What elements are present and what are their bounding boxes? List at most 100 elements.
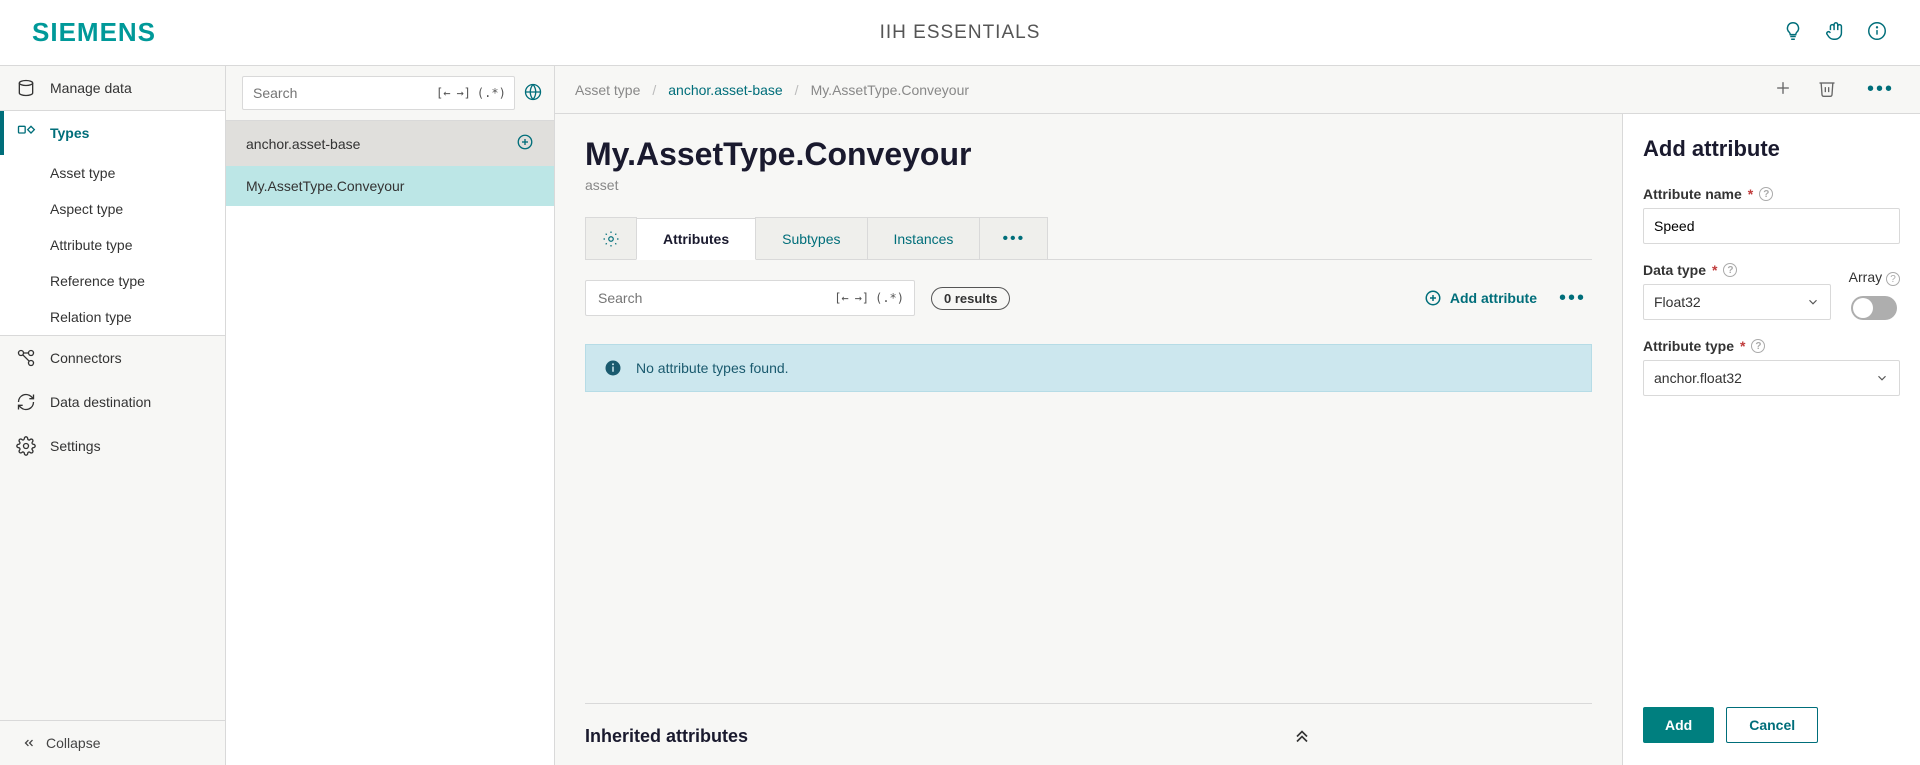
subnav-attribute-type[interactable]: Attribute type [0,227,225,263]
attribute-search[interactable]: [← →] (.*) [585,280,915,316]
subnav-relation-type[interactable]: Relation type [0,299,225,335]
empty-state-banner: No attribute types found. [585,344,1592,392]
nav-settings[interactable]: Settings [0,424,225,468]
gear-icon [602,230,620,248]
subnav-aspect-type[interactable]: Aspect type [0,191,225,227]
tree-row-label: anchor.asset-base [246,136,360,152]
help-icon[interactable]: ? [1723,263,1737,277]
nav-connectors[interactable]: Connectors [0,335,225,380]
field-label: Attribute name * ? [1643,186,1900,202]
tab-attributes[interactable]: Attributes [636,218,756,260]
attribute-search-mode-icons: [← →] (.*) [834,291,904,305]
tree-row-base[interactable]: anchor.asset-base [226,121,554,166]
empty-state-text: No attribute types found. [636,360,789,376]
app-title: IIH ESSENTIALS [880,22,1041,44]
add-attribute-label: Add attribute [1450,290,1537,306]
nav-label: Data destination [50,394,151,410]
panel-title: Add attribute [1643,136,1900,162]
breadcrumb-actions: ••• [1773,78,1900,101]
nav-types-subnav: Asset type Aspect type Attribute type Re… [0,155,225,335]
chevron-double-left-icon [22,736,36,750]
field-array: Array ? [1849,269,1900,321]
info-icon[interactable] [1866,20,1888,45]
regex-icon[interactable]: (.*) [477,86,506,100]
sync-icon [16,392,36,412]
header-actions [1782,20,1888,45]
info-solid-icon [604,359,622,377]
plus-circle-icon [1424,289,1442,307]
cancel-button[interactable]: Cancel [1726,707,1818,743]
help-icon[interactable]: ? [1751,339,1765,353]
tree-toolbar: [← →] (.*) [226,66,554,121]
nav-label: Settings [50,438,101,454]
gear-icon [16,436,36,456]
nav-manage-data[interactable]: Manage data [0,66,225,111]
tabs: Attributes Subtypes Instances ••• [585,217,1592,260]
lightbulb-icon[interactable] [1782,20,1804,45]
globe-icon[interactable] [523,82,543,105]
delete-icon[interactable] [1817,78,1837,101]
tree-search[interactable]: [← →] (.*) [242,76,515,110]
indent-left-icon[interactable]: [← [436,86,450,100]
more-icon[interactable]: ••• [1861,78,1900,101]
breadcrumb-leaf: My.AssetType.Conveyour [811,82,969,98]
nav-label: Manage data [50,80,132,96]
breadcrumb: Asset type / anchor.asset-base / My.Asse… [575,82,969,98]
collapse-sidebar[interactable]: Collapse [0,720,225,765]
breadcrumb-sep: / [795,82,799,98]
tree-row-label: My.AssetType.Conveyour [246,178,404,194]
field-attribute-name: Attribute name * ? [1643,186,1900,244]
content-main: My.AssetType.Conveyour asset Attributes … [555,114,1622,765]
tab-instances[interactable]: Instances [867,217,981,259]
chevron-down-icon [1806,295,1820,309]
brand-logo: SIEMENS [32,17,156,48]
collapse-label: Collapse [46,735,100,751]
types-icon [16,123,36,143]
add-attribute-panel: Add attribute Attribute name * ? Data ty… [1622,114,1920,765]
breadcrumb-root[interactable]: Asset type [575,82,640,98]
database-icon [16,78,36,98]
breadcrumb-mid[interactable]: anchor.asset-base [668,82,782,98]
add-button[interactable]: Add [1643,707,1714,743]
connectors-icon [16,348,36,368]
help-icon[interactable]: ? [1759,187,1773,201]
nav-label: Connectors [50,350,122,366]
tab-config[interactable] [585,217,637,259]
inherited-attributes-toggle[interactable]: Inherited attributes [585,703,1592,765]
select-value: anchor.float32 [1654,370,1742,386]
tab-more[interactable]: ••• [979,217,1048,259]
nav-label: Types [50,125,89,141]
indent-right-icon[interactable]: →] [855,291,869,305]
inherited-label: Inherited attributes [585,726,748,747]
field-label: Data type * ? [1643,262,1831,278]
add-attribute-button[interactable]: Add attribute [1424,289,1537,307]
attribute-name-input[interactable] [1643,208,1900,244]
attribute-type-select[interactable]: anchor.float32 [1643,360,1900,396]
add-child-icon[interactable] [516,133,534,154]
chevron-double-up-icon [1292,724,1312,749]
attribute-search-input[interactable] [596,289,834,307]
field-attribute-type: Attribute type * ? anchor.float32 [1643,338,1900,396]
nav-data-destination[interactable]: Data destination [0,380,225,424]
sidebar: Manage data Types Asset type Aspect type… [0,66,226,765]
field-label: Array ? [1849,269,1900,287]
regex-icon[interactable]: (.*) [875,291,904,305]
breadcrumb-bar: Asset type / anchor.asset-base / My.Asse… [555,66,1920,114]
tab-subtypes[interactable]: Subtypes [755,217,867,259]
nav-types[interactable]: Types [0,111,225,155]
add-icon[interactable] [1773,78,1793,101]
data-type-select[interactable]: Float32 [1643,284,1831,320]
feedback-icon[interactable] [1824,20,1846,45]
field-data-type: Data type * ? Float32 [1643,262,1831,320]
tree-search-input[interactable] [251,84,436,102]
subnav-asset-type[interactable]: Asset type [0,155,225,191]
help-icon[interactable]: ? [1886,272,1900,286]
indent-left-icon[interactable]: [← [834,291,848,305]
attribute-more-icon[interactable]: ••• [1553,287,1592,310]
array-toggle[interactable] [1851,296,1897,320]
field-label: Attribute type * ? [1643,338,1900,354]
subnav-reference-type[interactable]: Reference type [0,263,225,299]
indent-right-icon[interactable]: →] [456,86,470,100]
tree-row-item[interactable]: My.AssetType.Conveyour [226,166,554,206]
form-actions: Add Cancel [1643,687,1900,743]
